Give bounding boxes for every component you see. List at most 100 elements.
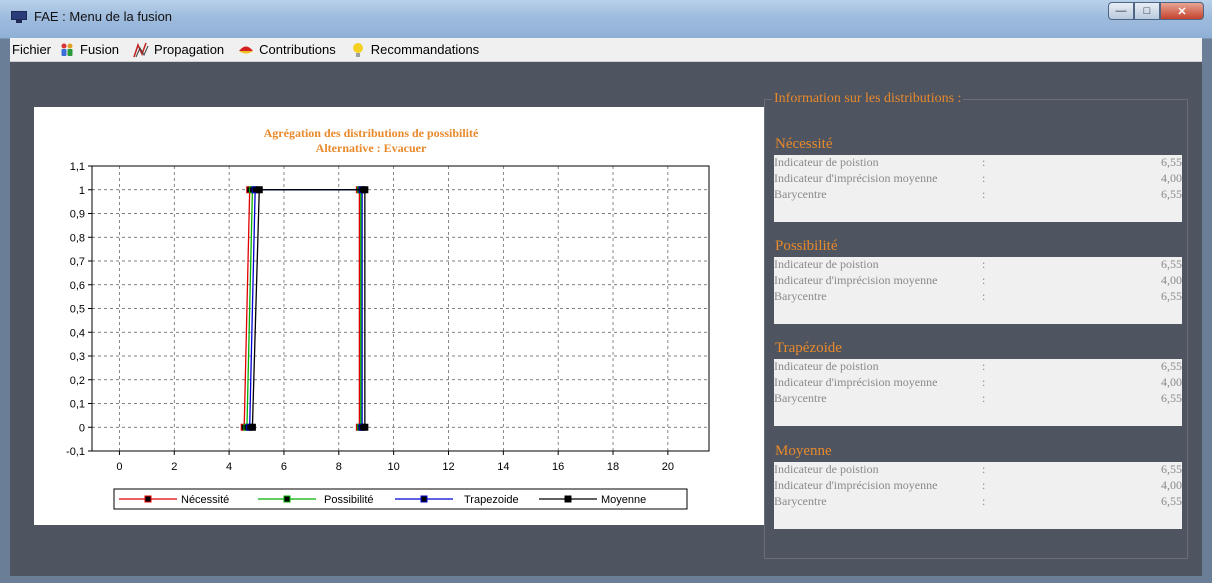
x-tick-label: 6	[281, 461, 287, 473]
legend-marker	[420, 495, 428, 503]
section-title: Trapézoide	[775, 340, 842, 356]
chart-panel: Agrégation des distributions de possibil…	[34, 107, 764, 525]
lightbulb-icon	[352, 42, 363, 57]
info-label: Barycentre	[774, 289, 827, 303]
info-row: Indicateur d'imprécision moyenne: 4,00	[774, 273, 1182, 289]
info-separator: :	[982, 171, 986, 185]
legend-marker	[144, 495, 152, 503]
series-point	[248, 423, 256, 431]
series-point	[361, 186, 369, 194]
info-separator: :	[982, 375, 986, 389]
info-separator: :	[982, 187, 986, 201]
x-tick-label: 0	[116, 461, 122, 473]
info-value: 4,00	[1161, 375, 1182, 389]
section-title: Nécessité	[775, 136, 833, 152]
section-title: Possibilité	[775, 238, 838, 254]
info-label: Indicateur d'imprécision moyenne	[774, 273, 938, 287]
chart-subtitle: Alternative : Evacuer	[316, 141, 427, 155]
menu-label: Contributions	[259, 42, 336, 57]
info-row: Indicateur d'imprécision moyenne: 4,00	[774, 171, 1182, 187]
info-value: 4,00	[1161, 273, 1182, 287]
app-window: FAE : Menu de la fusion — □ ✕ Fichier Fu…	[0, 0, 1212, 583]
y-tick-label: 0,1	[70, 399, 85, 411]
app-icon	[11, 11, 27, 23]
y-tick-label: 0,2	[70, 375, 85, 387]
info-value: 6,55	[1161, 462, 1182, 476]
y-tick-label: 0,4	[70, 327, 85, 339]
y-tick-label: -0,1	[66, 446, 85, 458]
chart-title: Agrégation des distributions de possibil…	[264, 126, 479, 140]
info-group: Information sur les distributions : Néce…	[764, 91, 1188, 559]
info-separator: :	[982, 359, 986, 373]
section-box: Indicateur de poistion:6,55 Indicateur d'…	[774, 257, 1182, 324]
info-label: Indicateur d'imprécision moyenne	[774, 171, 938, 185]
info-label: Barycentre	[774, 391, 827, 405]
legend-marker	[283, 495, 291, 503]
minimize-button[interactable]: —	[1108, 2, 1134, 20]
info-row: Indicateur de poistion: 6,55	[774, 257, 1182, 273]
propagation-icon	[133, 42, 149, 57]
info-label: Barycentre	[774, 187, 827, 201]
title-bar[interactable]: FAE : Menu de la fusion — □ ✕	[0, 0, 1212, 39]
menu-propagation[interactable]: Propagation	[133, 38, 224, 61]
close-button[interactable]: ✕	[1160, 2, 1204, 20]
info-label: Indicateur de poistion	[774, 257, 879, 271]
x-tick-label: 8	[336, 461, 342, 473]
info-separator: :	[982, 478, 986, 492]
info-label: Indicateur d'imprécision moyenne	[774, 478, 938, 492]
x-tick-label: 16	[552, 461, 564, 473]
y-tick-label: 0,7	[70, 256, 85, 268]
info-row: Barycentre: 6,55	[774, 187, 1182, 203]
menu-bar: Fichier Fusion Propagation Contributions	[10, 38, 1202, 62]
info-row: Indicateur de poistion: 6,55	[774, 462, 1182, 478]
distribution-chart: Agrégation des distributions de possibil…	[66, 126, 710, 510]
info-row: Barycentre: 6,55	[774, 494, 1182, 510]
menu-recommandations[interactable]: Recommandations	[350, 38, 479, 61]
info-label: Indicateur d'imprécision moyenne	[774, 375, 938, 389]
close-icon: ✕	[1177, 5, 1187, 18]
info-label: Barycentre	[774, 494, 827, 508]
menu-fusion[interactable]: Fusion	[59, 38, 119, 61]
x-tick-label: 2	[171, 461, 177, 473]
info-row: Indicateur de poistion: 6,55	[774, 155, 1182, 171]
section-box: Indicateur de poistion:6,55 Indicateur d'…	[774, 359, 1182, 426]
maximize-button[interactable]: □	[1134, 2, 1160, 20]
section-box: Indicateur de poistion:6,55 Indicateur d'…	[774, 462, 1182, 529]
info-separator: :	[982, 494, 986, 508]
minimize-icon: —	[1115, 5, 1127, 17]
info-value: 6,55	[1161, 359, 1182, 373]
y-tick-label: 0,9	[70, 209, 85, 221]
y-tick-label: 0,3	[70, 351, 85, 363]
window-controls: — □ ✕	[1108, 2, 1204, 20]
info-separator: :	[982, 273, 986, 287]
section-box: Indicateur de poistion:6,55 Indicateur d'…	[774, 155, 1182, 222]
y-tick-label: 0,6	[70, 280, 85, 292]
menu-contributions[interactable]: Contributions	[238, 38, 336, 61]
info-value: 6,55	[1161, 391, 1182, 405]
info-row: Barycentre: 6,55	[774, 289, 1182, 305]
x-tick-label: 4	[226, 461, 232, 473]
people-icon	[61, 43, 73, 56]
menu-fichier[interactable]: Fichier	[12, 38, 51, 61]
x-tick-label: 20	[662, 461, 674, 473]
info-row: Indicateur d'imprécision moyenne: 4,00	[774, 478, 1182, 494]
y-tick-label: 1,1	[70, 161, 85, 173]
legend-label: Moyenne	[601, 494, 646, 506]
info-value: 6,55	[1161, 257, 1182, 271]
series-point	[255, 186, 263, 194]
maximize-icon: □	[1143, 5, 1151, 17]
legend-label: Nécessité	[181, 494, 229, 506]
x-tick-label: 18	[607, 461, 619, 473]
x-tick-label: 10	[388, 461, 400, 473]
window-title: FAE : Menu de la fusion	[34, 9, 173, 24]
info-label: Indicateur de poistion	[774, 155, 879, 169]
info-row: Barycentre: 6,55	[774, 391, 1182, 407]
info-label: Indicateur de poistion	[774, 462, 879, 476]
info-value: 6,55	[1161, 494, 1182, 508]
info-value: 6,55	[1161, 289, 1182, 303]
y-tick-label: 0,5	[70, 304, 85, 316]
x-tick-label: 12	[442, 461, 454, 473]
info-value: 4,00	[1161, 478, 1182, 492]
y-tick-label: 1	[79, 185, 85, 197]
info-value: 6,55	[1161, 187, 1182, 201]
